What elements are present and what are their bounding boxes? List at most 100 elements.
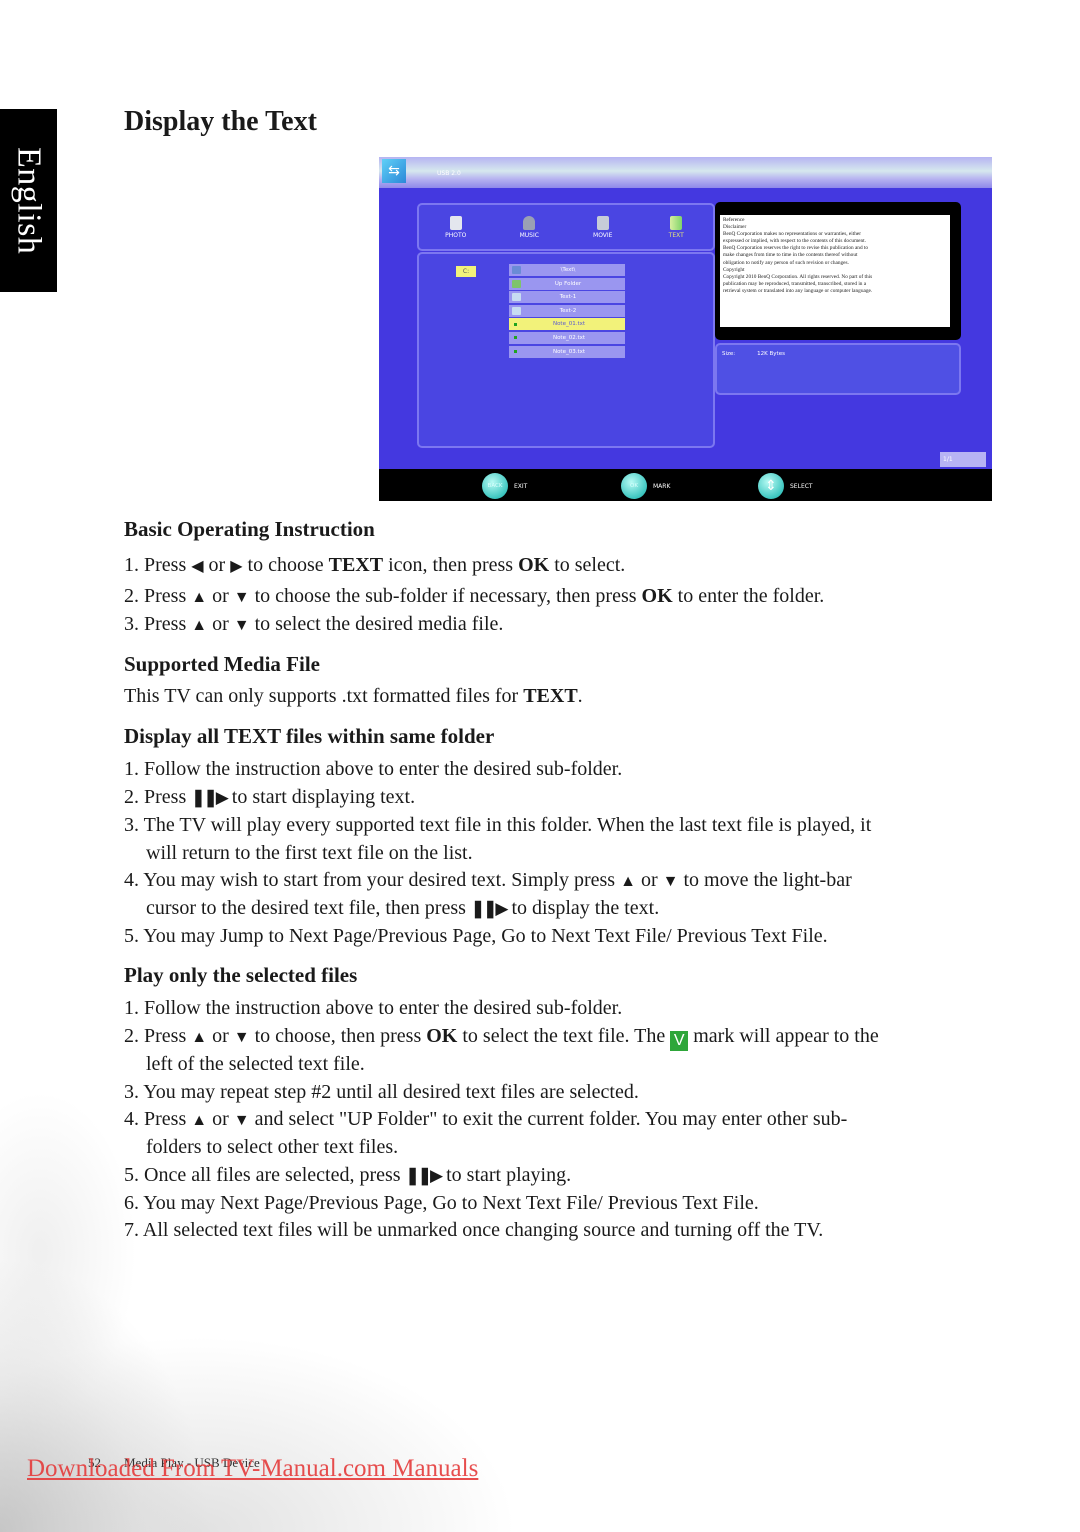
left-arrow-icon: ◀ <box>191 558 204 575</box>
preview-line: BenQ Corporation makes no representation… <box>723 231 861 238</box>
down-arrow-icon: ▼ <box>233 617 250 634</box>
tab-label: PHOTO <box>445 231 467 239</box>
hint-label: MARK <box>653 482 671 490</box>
up-arrow-icon: ▲ <box>191 1112 208 1129</box>
preview-line: Reference <box>723 217 745 223</box>
display-all-step-4: 4. You may wish to start from your desir… <box>124 869 852 891</box>
display-all-step-3: 3. The TV will play every supported text… <box>124 814 872 836</box>
preview-line: obligation to notify any person of such … <box>723 259 849 266</box>
heading-display-all: Display all TEXT files within same folde… <box>124 724 495 748</box>
display-all-step-2: 2. Press ❚❚▶ to start displaying text. <box>124 786 416 808</box>
tv-screenshot: ⇆ USB 2.0 PHOTO MUSIC MOVIE TEXT C: \Tex… <box>379 157 992 501</box>
tv-header: ⇆ USB 2.0 <box>379 157 992 188</box>
preview-line: Copyright <box>723 266 745 273</box>
basic-step-1: 1. Press ◀ or ▶ to choose TEXT icon, the… <box>124 554 626 576</box>
file-name: \Text\ <box>560 267 576 273</box>
up-arrow-icon: ▲ <box>191 589 208 606</box>
folder-icon <box>512 306 521 315</box>
text-file-icon <box>514 336 517 340</box>
file-name: Text-1 <box>559 294 577 301</box>
play-selected-step-2: 2. Press ▲ or ▼ to choose, then press OK… <box>124 1025 879 1051</box>
tab-photo[interactable]: PHOTO <box>426 215 486 239</box>
heading-basic: Basic Operating Instruction <box>124 517 375 541</box>
up-arrow-icon: ▲ <box>620 873 636 890</box>
text-file-icon <box>514 350 517 354</box>
text-preview: Reference Disclaimer BenQ Corporation ma… <box>715 202 961 340</box>
play-selected-step-3: 3. You may repeat step #2 until all desi… <box>124 1081 639 1103</box>
camera-icon <box>449 215 462 230</box>
ok-button-icon: OK <box>621 473 647 499</box>
play-selected-step-4: 4. Press ▲ or ▼ and select "UP Folder" t… <box>124 1108 848 1130</box>
file-row-folder[interactable]: Text-2 <box>509 304 625 317</box>
video-camera-icon <box>596 215 609 230</box>
preview-line: BenQ Corporation reserves the right to r… <box>723 245 869 252</box>
media-tabs: PHOTO MUSIC MOVIE TEXT <box>417 203 715 251</box>
play-selected-step-2-cont: left of the selected text file. <box>146 1053 365 1075</box>
down-arrow-icon: ▼ <box>233 589 250 606</box>
down-arrow-icon: ▼ <box>233 1029 250 1046</box>
file-name: Up Folder <box>554 280 582 287</box>
tab-movie[interactable]: MOVIE <box>573 215 633 239</box>
file-row[interactable]: Note_03.txt <box>509 345 625 358</box>
play-selected-step-7: 7. All selected text files will be unmar… <box>124 1219 824 1241</box>
down-arrow-icon: ▼ <box>662 873 679 890</box>
tab-text[interactable]: TEXT <box>646 215 706 239</box>
up-folder-icon <box>512 279 521 288</box>
file-size-row: Size: 12K Bytes <box>722 351 785 357</box>
heading-supported: Supported Media File <box>124 652 321 676</box>
preview-line: Copyright 2010 BenQ Corporation. All rig… <box>723 273 873 280</box>
language-tab: English <box>0 109 57 292</box>
file-row-folder[interactable]: Text-1 <box>509 291 625 304</box>
file-row-selected[interactable]: Note_01.txt <box>509 318 625 331</box>
file-list: \Text\ Up Folder Text-1 Text-2 Note_01.t… <box>509 264 625 359</box>
folder-icon <box>512 293 521 302</box>
watermark-link[interactable]: Downloaded From TV-Manual.com Manuals <box>27 1455 478 1483</box>
headphones-icon <box>523 215 536 230</box>
file-row-current-folder[interactable]: \Text\ <box>509 264 625 276</box>
play-selected-step-6: 6. You may Next Page/Previous Page, Go t… <box>124 1192 759 1214</box>
tab-music[interactable]: MUSIC <box>499 215 559 239</box>
display-all-step-1: 1. Follow the instruction above to enter… <box>124 758 623 780</box>
play-pause-icon: ❚❚▶ <box>405 1166 444 1185</box>
hint-mark[interactable]: OK MARK <box>621 473 670 499</box>
play-pause-icon: ❚❚▶ <box>191 788 229 807</box>
file-browser: C: \Text\ Up Folder Text-1 Text-2 Note_0… <box>417 252 715 448</box>
play-selected-step-5: 5. Once all files are selected, press ❚❚… <box>124 1164 572 1186</box>
file-name: Text-2 <box>559 307 577 314</box>
check-mark-icon: V <box>670 1031 689 1051</box>
language-label: English <box>10 146 48 255</box>
play-selected-step-1: 1. Follow the instruction above to enter… <box>124 997 623 1019</box>
down-arrow-icon: ▼ <box>233 1112 250 1129</box>
page-counter: 1/1 <box>940 452 986 467</box>
right-arrow-icon: ▶ <box>230 558 243 575</box>
hint-label: SELECT <box>790 482 813 490</box>
document-icon <box>670 215 683 230</box>
hint-exit[interactable]: BACK EXIT <box>482 473 527 499</box>
page-title: Display the Text <box>124 106 317 137</box>
drive-button[interactable]: C: <box>456 266 476 277</box>
size-label: Size: <box>722 351 736 357</box>
folder-open-icon <box>512 266 521 274</box>
file-row-up-folder[interactable]: Up Folder <box>509 277 625 290</box>
hint-label: EXIT <box>514 482 528 490</box>
tab-label: MUSIC <box>519 231 539 239</box>
tab-label: MOVIE <box>593 231 613 239</box>
text-file-icon <box>514 322 517 326</box>
play-pause-icon: ❚❚▶ <box>470 899 509 918</box>
file-name: Note_03.txt <box>552 348 586 355</box>
preview-line: publication may be reproduced, transmitt… <box>723 280 867 287</box>
usb-icon: ⇆ <box>382 159 406 183</box>
file-info-panel: Size: 12K Bytes <box>715 343 961 395</box>
file-row[interactable]: Note_02.txt <box>509 331 625 344</box>
up-down-arrows-icon: ⇕ <box>758 473 784 499</box>
hint-select[interactable]: ⇕ SELECT <box>758 473 813 499</box>
supported-text: This TV can only supports .txt formatted… <box>124 685 583 707</box>
preview-line: expressed or implied, with respect to th… <box>723 238 866 245</box>
display-all-step-5: 5. You may Jump to Next Page/Previous Pa… <box>124 925 828 947</box>
display-all-step-4-cont: cursor to the desired text file, then pr… <box>146 897 660 919</box>
preview-line: make changes from time to time in the co… <box>723 252 858 259</box>
preview-line: retrieval system or translated into any … <box>723 287 873 294</box>
preview-paper: Reference Disclaimer BenQ Corporation ma… <box>720 215 950 327</box>
tab-label: TEXT <box>668 231 684 239</box>
basic-step-2: 2. Press ▲ or ▼ to choose the sub-folder… <box>124 585 825 607</box>
